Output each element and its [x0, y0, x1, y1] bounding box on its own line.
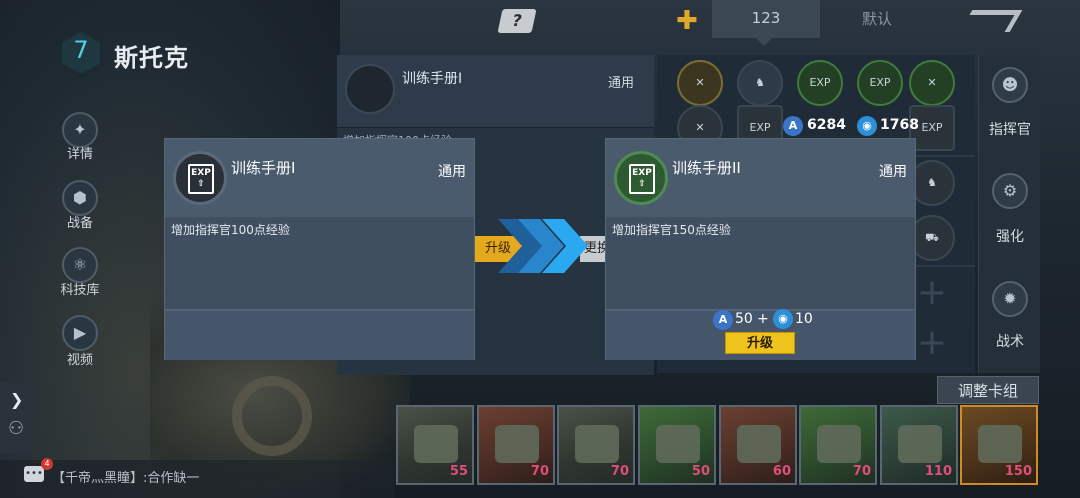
- exp-label: EXP ⇧: [629, 164, 655, 194]
- popup-desc: 增加指挥官150点经验: [612, 223, 731, 237]
- current-item-popup: EXP ⇧ 训练手册I 通用 增加指挥官100点经验: [164, 138, 475, 360]
- enhance-icon[interactable]: ⚙: [992, 173, 1028, 209]
- left-nav-details[interactable]: 详情: [50, 143, 110, 162]
- upgrade-cost-orb: 10: [795, 311, 813, 327]
- exp-manual-icon: EXP ⇧: [173, 151, 227, 205]
- popup-title: 训练手册II: [672, 159, 741, 177]
- card-cost: 70: [852, 464, 871, 479]
- popup-tag: 通用: [438, 164, 466, 180]
- deck-card[interactable]: 70: [799, 405, 877, 485]
- deck-card[interactable]: 70: [557, 405, 635, 485]
- tab-pointer-icon: [756, 38, 772, 46]
- adjust-deck-button[interactable]: 调整卡组: [937, 376, 1039, 404]
- expand-arrow-icon[interactable]: ❯: [10, 390, 23, 409]
- upgrade-cost-crystal: 50: [735, 311, 753, 327]
- left-nav-video[interactable]: 视频: [50, 349, 110, 368]
- exp-label: EXP ⇧: [188, 164, 214, 194]
- card-cost: 110: [924, 464, 952, 479]
- popup-title: 训练手册I: [231, 159, 296, 177]
- right-nav-tactics[interactable]: 战术: [979, 331, 1041, 351]
- add-icon[interactable]: ✚: [676, 6, 698, 36]
- blue-crystal-icon: A: [713, 310, 733, 330]
- item-title: 训练手册I: [402, 71, 463, 87]
- upgrade-button[interactable]: 升级: [725, 332, 795, 354]
- card-cost: 50: [691, 464, 710, 479]
- equipment-icon[interactable]: ⬢: [62, 180, 98, 216]
- chat-icon[interactable]: •••: [24, 466, 44, 482]
- blue-crystal-amount: 6284: [807, 117, 846, 133]
- mech-ring-decoration: [232, 376, 312, 456]
- card-cost: 70: [610, 464, 629, 479]
- tab-deck-value[interactable]: 123: [712, 0, 820, 38]
- cost-plus: +: [757, 311, 769, 327]
- video-icon[interactable]: ▶: [62, 315, 98, 351]
- weapon-slot-icon[interactable]: ✕: [909, 60, 955, 106]
- right-nav-enhance[interactable]: 强化: [979, 226, 1041, 246]
- tech-library-icon[interactable]: ⚛: [62, 247, 98, 283]
- left-nav-equipment[interactable]: 战备: [50, 212, 110, 231]
- upgrade-arrow-icon: [498, 219, 588, 273]
- card-cost: 60: [772, 464, 791, 479]
- blue-orb-icon: ◉: [857, 116, 877, 136]
- team-icon[interactable]: ⚇: [8, 418, 24, 439]
- card-cost: 150: [1004, 464, 1032, 479]
- item-tag: 通用: [608, 76, 635, 91]
- exp-manual-icon: [345, 64, 395, 114]
- exp-item-icon[interactable]: EXP: [857, 60, 903, 106]
- right-nav: ☻ 指挥官 ⚙ 强化 ✹ 战术: [978, 55, 1040, 373]
- chat-message[interactable]: 【千帝灬黑瞳】:合作缺一: [52, 467, 199, 486]
- blue-orb-icon: ◉: [773, 309, 793, 329]
- popup-desc: 增加指挥官100点经验: [171, 223, 290, 237]
- help-button[interactable]: ?: [497, 9, 537, 33]
- deck-card[interactable]: 60: [719, 405, 797, 485]
- blue-crystal-icon: A: [783, 116, 803, 136]
- commander-name: 斯托克: [114, 44, 189, 72]
- mech-slot-icon[interactable]: ♞: [737, 60, 783, 106]
- exp-manual-icon: EXP ⇧: [614, 151, 668, 205]
- card-cost: 70: [530, 464, 549, 479]
- tab-default[interactable]: 默认: [862, 8, 892, 29]
- deck-card[interactable]: 70: [477, 405, 555, 485]
- blue-orb-amount: 1768: [880, 117, 919, 133]
- card-cost: 55: [449, 464, 468, 479]
- exp-item-icon[interactable]: EXP: [797, 60, 843, 106]
- deck-card[interactable]: 150: [960, 405, 1038, 485]
- right-nav-commander[interactable]: 指挥官: [979, 119, 1041, 139]
- deck-card[interactable]: 55: [396, 405, 474, 485]
- deck-card[interactable]: 50: [638, 405, 716, 485]
- commander-icon[interactable]: ☻: [992, 67, 1028, 103]
- tactics-icon[interactable]: ✹: [992, 281, 1028, 317]
- deck-card[interactable]: 110: [880, 405, 958, 485]
- commander-level: 7: [73, 36, 89, 64]
- popup-footer: [165, 309, 474, 360]
- weapon-slot-icon[interactable]: ✕: [677, 60, 723, 106]
- popup-tag: 通用: [879, 164, 907, 180]
- left-nav-tech[interactable]: 科技库: [50, 279, 110, 298]
